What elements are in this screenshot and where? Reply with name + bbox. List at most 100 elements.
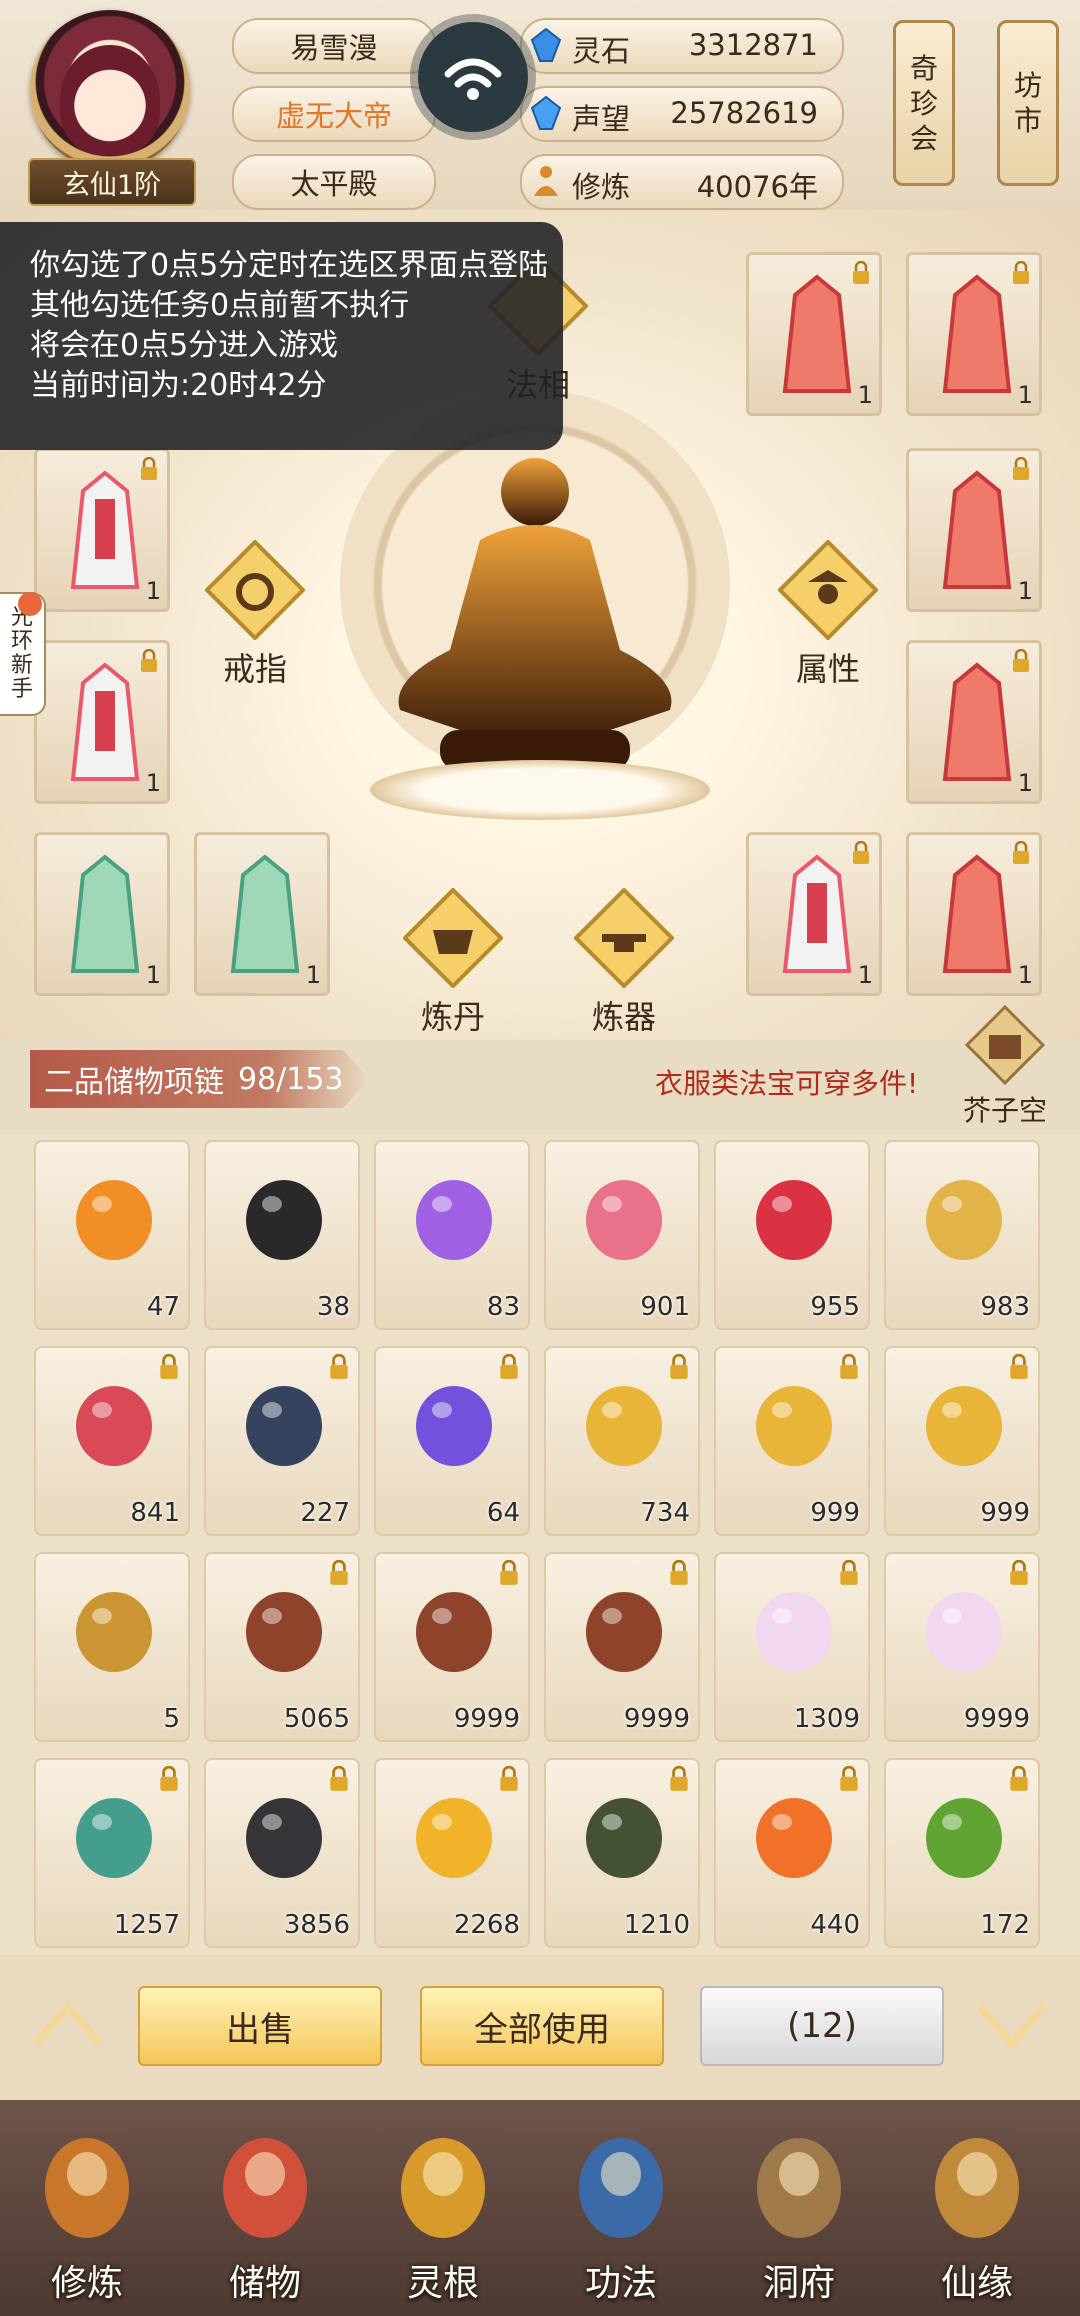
scroll-icon: [76, 1592, 152, 1672]
inventory-item[interactable]: 83: [374, 1140, 530, 1330]
item-count: 1: [305, 961, 321, 989]
inventory-item[interactable]: 9999: [544, 1552, 700, 1742]
equip-slot-left-2[interactable]: 1: [34, 640, 170, 804]
inventory-item[interactable]: 3856: [204, 1758, 360, 1948]
page-down-arrow-icon[interactable]: [972, 1994, 1052, 2054]
item-count: 1: [1017, 577, 1033, 605]
lock-icon: [1010, 1766, 1028, 1791]
equip-slot-right-3[interactable]: 1: [906, 448, 1042, 612]
golden-herb-icon: [926, 1386, 1002, 1466]
wifi-floating-button[interactable]: [418, 22, 528, 132]
stat-spirit-stone: 灵石 3312871: [520, 18, 844, 74]
side-tab-char: 环: [10, 628, 33, 654]
equip-slot-right-1[interactable]: 1: [746, 252, 882, 416]
lock-icon: [840, 1354, 858, 1379]
equip-slot-right-5[interactable]: 1: [746, 832, 882, 996]
nav-item[interactable]: 修炼: [12, 2104, 162, 2314]
nav-label: 功法: [584, 2263, 657, 2304]
nav-item[interactable]: 洞府: [724, 2104, 874, 2314]
robe-icon: [70, 470, 140, 589]
red-robe-icon: [942, 854, 1012, 973]
lock-icon: [853, 841, 869, 864]
treasure-auction-button[interactable]: 奇 珍 会: [893, 20, 955, 186]
equip-slot-right-2[interactable]: 1: [906, 252, 1042, 416]
inventory-item[interactable]: 1309: [714, 1552, 870, 1742]
nav-item[interactable]: 功法: [546, 2104, 696, 2314]
nav-label: 洞府: [762, 2263, 835, 2304]
equip-slot-left-1[interactable]: 1: [34, 448, 170, 612]
alchemy-button[interactable]: 炼丹: [402, 887, 513, 1038]
inventory-item[interactable]: 440: [714, 1758, 870, 1948]
inventory-item[interactable]: 734: [544, 1346, 700, 1536]
amber-crystal-icon: [416, 1798, 492, 1878]
red-robe-icon: [942, 662, 1012, 781]
market-button[interactable]: 坊 市: [997, 20, 1059, 186]
red-robe-icon: [942, 470, 1012, 589]
equip-slot-left-4[interactable]: 1: [194, 832, 330, 996]
nav-item[interactable]: 仙缘: [902, 2104, 1052, 2314]
lock-icon: [1013, 457, 1029, 480]
item-count: 227: [300, 1498, 350, 1528]
sell-button[interactable]: 出售: [138, 1986, 382, 2066]
inventory-item[interactable]: 9999: [374, 1552, 530, 1742]
inventory-item[interactable]: 227: [204, 1346, 360, 1536]
lock-icon: [670, 1354, 688, 1379]
inventory-item[interactable]: 9999: [884, 1552, 1040, 1742]
black-orb-icon: [246, 1180, 322, 1260]
jade-tube-icon: [926, 1798, 1002, 1878]
golden-lotus-icon: [926, 1180, 1002, 1260]
equip-slot-left-3[interactable]: 1: [34, 832, 170, 996]
inventory-item[interactable]: 1210: [544, 1758, 700, 1948]
item-count: 1309: [793, 1704, 860, 1734]
lock-icon: [500, 1560, 518, 1585]
storage-bag-icon: [223, 2138, 307, 2238]
inventory-item[interactable]: 901: [544, 1140, 700, 1330]
ring-button[interactable]: 戒指: [204, 539, 315, 690]
cave-mansion-icon: [757, 2138, 841, 2238]
lock-icon: [330, 1766, 348, 1791]
nav-item[interactable]: 灵根: [368, 2104, 518, 2314]
inventory-item[interactable]: 983: [884, 1140, 1040, 1330]
notice-line: 你勾选了0点5分定时在选区界面点登陆: [30, 248, 549, 283]
stat-value: 25782619: [670, 96, 818, 130]
use-all-button[interactable]: 全部使用: [420, 1986, 664, 2066]
item-count: 901: [640, 1292, 690, 1322]
cultivation-monk-icon: [45, 2138, 129, 2238]
inventory-item[interactable]: 999: [714, 1346, 870, 1536]
pedestal: [370, 760, 710, 820]
player-sect: 太平殿: [232, 154, 436, 210]
peacock-feather-icon: [76, 1798, 152, 1878]
item-count: 955: [810, 1292, 860, 1322]
mustard-space-button[interactable]: 芥子空间: [950, 1004, 1060, 1167]
inventory-item[interactable]: 2268: [374, 1758, 530, 1948]
inventory-item[interactable]: 999: [884, 1346, 1040, 1536]
nav-item[interactable]: 储物: [190, 2104, 340, 2314]
inventory-item[interactable]: 5: [34, 1552, 190, 1742]
quantity-display[interactable]: (12): [700, 1986, 944, 2066]
nav-label: 储物: [228, 2263, 301, 2304]
inventory-item[interactable]: 1257: [34, 1758, 190, 1948]
reputation-icon: [530, 96, 562, 130]
inventory-item[interactable]: 64: [374, 1346, 530, 1536]
lock-icon: [840, 1560, 858, 1585]
stat-cultivation: 修炼 40076年: [520, 154, 844, 210]
nav-label: 灵根: [406, 2263, 479, 2304]
inventory-item[interactable]: 47: [34, 1140, 190, 1330]
inventory-item[interactable]: 172: [884, 1758, 1040, 1948]
forge-button[interactable]: 炼器: [573, 887, 684, 1038]
inventory-item[interactable]: 841: [34, 1346, 190, 1536]
avatar-portrait: [60, 45, 160, 155]
attribute-button[interactable]: 属性: [777, 539, 888, 690]
lock-icon: [330, 1560, 348, 1585]
button-char: 市: [1013, 104, 1042, 137]
inventory-item[interactable]: 955: [714, 1140, 870, 1330]
item-count: 841: [130, 1498, 180, 1528]
page-up-arrow-icon[interactable]: [28, 1994, 108, 2054]
equip-slot-right-6[interactable]: 1: [906, 832, 1042, 996]
item-count: 1: [857, 381, 873, 409]
dark-rune-stone-icon: [246, 1798, 322, 1878]
inventory-item[interactable]: 5065: [204, 1552, 360, 1742]
stat-value: 40076年: [696, 170, 818, 204]
inventory-item[interactable]: 38: [204, 1140, 360, 1330]
equip-slot-right-4[interactable]: 1: [906, 640, 1042, 804]
